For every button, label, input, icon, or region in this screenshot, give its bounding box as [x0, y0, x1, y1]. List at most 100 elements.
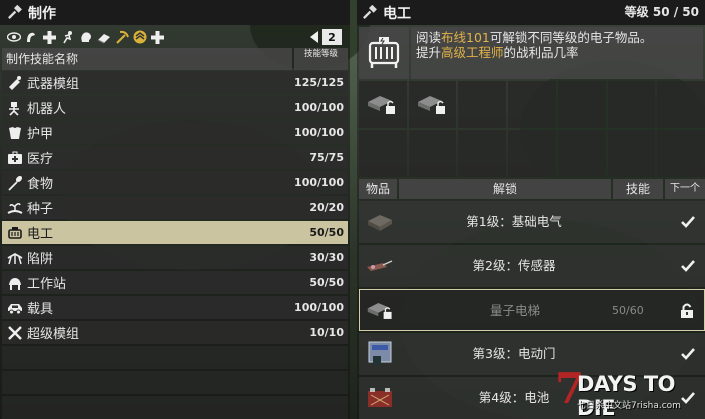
head-icon[interactable] — [78, 30, 93, 45]
skill-level-value: 100/100 — [294, 126, 344, 139]
skill-column: 技能 — [613, 179, 663, 199]
recipe-row[interactable]: 第1级：基础电气 — [359, 201, 705, 243]
electrician-icon — [6, 224, 24, 242]
power-door-icon — [365, 339, 395, 369]
reward-slot[interactable] — [508, 130, 556, 177]
skill-level-value: 30/30 — [309, 251, 344, 264]
game-logo: 7 DAYS TO DIE 七日杀中文站7risha.com — [555, 364, 705, 419]
skill-level-value: 100/100 — [294, 176, 344, 189]
reward-slot[interactable] — [557, 81, 606, 128]
plus-icon[interactable] — [150, 30, 165, 45]
vehicle-icon — [6, 299, 24, 317]
workstation-icon — [6, 274, 24, 292]
skill-level-value: 100/100 — [294, 301, 344, 314]
recipe-row[interactable]: 量子电梯 50/60 — [359, 289, 705, 331]
skill-name: 医疗 — [27, 152, 54, 167]
skill-level-text: 等级 50 / 50 — [624, 5, 699, 19]
reward-slot[interactable] — [607, 130, 656, 177]
skill-row[interactable]: 陷阱 30/30 — [2, 246, 348, 269]
skill-row[interactable]: 电工 50/50 — [2, 221, 348, 244]
skill-list: 武器模组 125/125 机器人 100/100 护甲 100/100 医疗 75/75 食物 1… — [2, 71, 348, 419]
skill-level-value: 10/10 — [309, 326, 344, 339]
medical-icon — [6, 149, 24, 167]
skill-name: 电工 — [27, 227, 54, 242]
robot-icon — [6, 99, 24, 117]
sensor-icon — [365, 251, 395, 281]
rank-icon[interactable] — [132, 30, 147, 45]
skill-name: 载具 — [27, 302, 54, 317]
previous-page-icon[interactable] — [308, 28, 320, 47]
skill-level-column: 技能等级 — [294, 48, 348, 70]
armor-icon — [6, 124, 24, 142]
crafting-panel: 制作 2 制作技能名称 技能等级 武器模组 125/125 机器人 100/10… — [0, 0, 350, 419]
skill-row[interactable]: 载具 100/100 — [2, 296, 348, 319]
recipe-name: 第2级：传感器 — [472, 258, 556, 273]
recipe-row[interactable]: 第2级：传感器 — [359, 245, 705, 287]
eye-icon[interactable] — [6, 30, 21, 45]
trap-icon — [6, 249, 24, 267]
skill-row[interactable]: 工作站 50/50 — [2, 271, 348, 294]
reward-slot[interactable] — [359, 130, 407, 177]
reward-slot[interactable] — [458, 130, 507, 177]
reward-slot[interactable] — [458, 81, 507, 128]
reward-slot[interactable] — [508, 81, 556, 128]
reward-slot[interactable] — [359, 81, 407, 128]
skill-name: 种子 — [27, 202, 54, 217]
skill-detail-panel: 电工 等级 50 / 50 阅读布线101可解锁不同等级的电子物品。 提升高级工… — [357, 0, 705, 419]
empty-skill-row — [2, 346, 348, 369]
recipe-table-header: 物品 解锁 技能 下一个 — [359, 179, 705, 199]
desc-text: 阅读 — [416, 30, 442, 45]
checkmark-icon — [679, 213, 697, 231]
page-navigator: 2 — [308, 27, 342, 47]
skill-row[interactable]: 超级模组 10/10 — [2, 321, 348, 344]
skill-row[interactable]: 机器人 100/100 — [2, 96, 348, 119]
skill-level-value: 125/125 — [294, 76, 344, 89]
crafting-header: 制作 — [0, 0, 350, 25]
logo-title: DAYS TO DIE — [577, 372, 676, 419]
item-column: 物品 — [359, 179, 397, 199]
skill-level-value: 75/75 — [309, 151, 344, 164]
lock-icon — [678, 302, 696, 320]
skill-name: 护甲 — [27, 127, 54, 142]
desc-highlight: 高级工程师 — [441, 45, 504, 60]
reward-slot[interactable] — [607, 81, 656, 128]
book-locked-icon — [367, 95, 395, 114]
skill-name: 武器模组 — [27, 77, 80, 92]
generator-icon — [359, 27, 409, 79]
super-mod-icon — [6, 324, 24, 342]
book-locked-icon — [366, 296, 396, 326]
skill-level-value: 50/50 — [309, 276, 344, 289]
pickaxe-icon[interactable] — [114, 30, 129, 45]
desc-text: 提升 — [416, 45, 442, 60]
recipe-name: 量子电梯 — [489, 303, 540, 318]
weapon-mod-icon — [6, 74, 24, 92]
skill-name: 食物 — [27, 177, 54, 192]
desc-text: 的战利品几率 — [503, 45, 579, 60]
page-number: 2 — [322, 29, 342, 45]
checkmark-icon — [679, 345, 697, 363]
skill-row[interactable]: 医疗 75/75 — [2, 146, 348, 169]
reward-slot[interactable] — [557, 130, 606, 177]
next-column[interactable]: 下一个 — [665, 179, 705, 199]
skill-row[interactable]: 种子 20/20 — [2, 196, 348, 219]
book-icon[interactable] — [96, 30, 111, 45]
skill-row[interactable]: 武器模组 125/125 — [2, 71, 348, 94]
reward-slot[interactable] — [657, 130, 705, 177]
skill-description: 阅读布线101可解锁不同等级的电子物品。 提升高级工程师的战利品几率 — [411, 27, 703, 79]
empty-skill-row — [2, 396, 348, 419]
skill-detail-header: 电工 等级 50 / 50 — [357, 0, 705, 25]
reward-slot[interactable] — [408, 130, 457, 177]
skill-row[interactable]: 护甲 100/100 — [2, 121, 348, 144]
logo-subtitle: 七日杀中文站7risha.com — [577, 401, 681, 411]
reward-slot[interactable] — [657, 81, 705, 128]
strength-icon[interactable] — [24, 30, 39, 45]
reward-slot[interactable] — [408, 81, 457, 128]
unlock-column: 解锁 — [399, 179, 611, 199]
skill-name: 机器人 — [27, 102, 67, 117]
hammer-icon — [361, 5, 377, 21]
desc-text: 可解锁不同等级的电子物品。 — [489, 30, 653, 45]
plus-icon[interactable] — [42, 30, 57, 45]
agility-icon[interactable] — [60, 30, 75, 45]
skill-level-value: 100/100 — [294, 101, 344, 114]
skill-row[interactable]: 食物 100/100 — [2, 171, 348, 194]
